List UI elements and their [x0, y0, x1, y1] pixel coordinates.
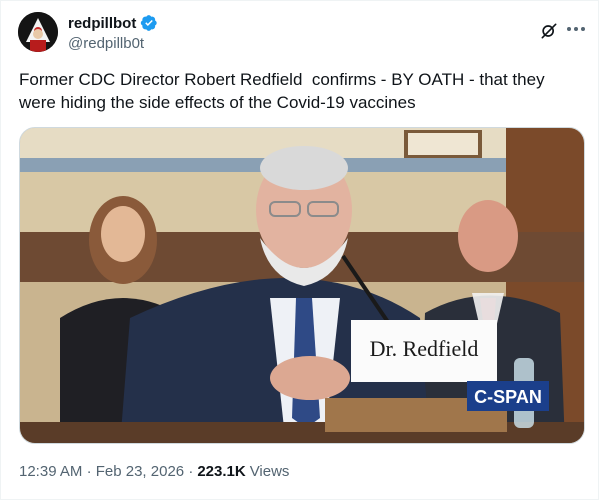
verified-badge-icon [140, 14, 158, 32]
author-name-row: redpillbot [68, 14, 158, 32]
more-icon[interactable] [564, 18, 588, 40]
tweet-time[interactable]: 12:39 AM [19, 463, 82, 480]
grok-icon[interactable] [538, 20, 560, 42]
meta-separator-dot-2: · [188, 463, 194, 480]
author-avatar[interactable] [18, 12, 58, 52]
views-count[interactable]: 223.1K [197, 463, 245, 480]
broadcaster-logo: C-SPAN [474, 387, 542, 407]
author-display-name[interactable]: redpillbot [68, 15, 136, 32]
tweet-meta: 12:39 AM · Feb 23, 2026 · 223.1K Views [19, 463, 289, 480]
author-handle[interactable]: @redpillb0t [68, 35, 144, 52]
tweet-text: Former CDC Director Robert Redfield conf… [19, 70, 550, 112]
tweet-date[interactable]: Feb 23, 2026 [96, 463, 184, 480]
tweet-media-photo[interactable]: Dr. Redfield C-SPAN [19, 127, 585, 444]
views-label: Views [249, 463, 290, 480]
nameplate-text: Dr. Redfield [370, 336, 479, 361]
tweet-card: redpillbot @redpillb0t Former CDC Direct… [0, 0, 599, 500]
